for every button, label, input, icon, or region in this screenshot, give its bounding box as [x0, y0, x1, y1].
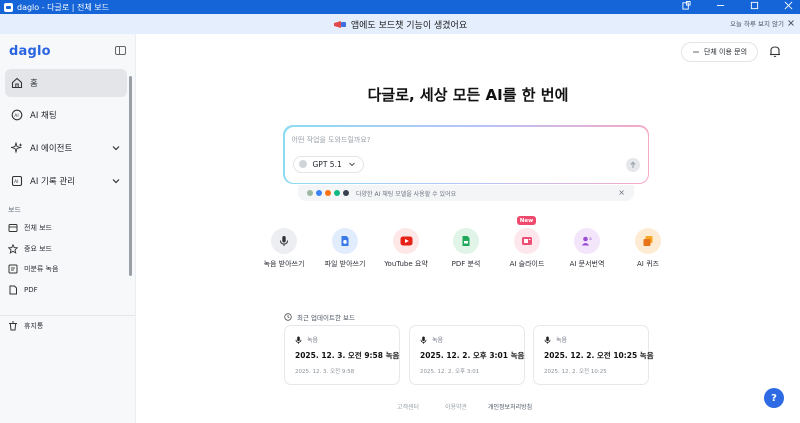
slides-icon: [522, 237, 532, 245]
sparkle-icon: [10, 142, 23, 155]
close-icon: [788, 20, 794, 26]
daglo-app-icon: [4, 2, 13, 12]
window-titlebar: daglo - 다글로 | 전체 보드: [0, 0, 800, 14]
clock-icon: [284, 313, 292, 321]
recent-board-card[interactable]: 녹음 2025. 12. 2. 오후 3:01 녹음 2025. 12. 2. …: [409, 325, 525, 385]
model-selector[interactable]: GPT 5.1: [292, 155, 364, 173]
send-button[interactable]: [625, 157, 640, 172]
board-section-label: 보드: [8, 206, 21, 214]
sidebar-item-home[interactable]: 홈: [5, 69, 127, 97]
home-icon: [10, 77, 23, 90]
sidebar-item-ai-agent[interactable]: AI 에이전트: [5, 134, 127, 162]
microphone-icon: [420, 336, 427, 344]
microphone-icon: [295, 336, 302, 344]
daglo-logo[interactable]: daglo: [9, 44, 51, 59]
model-logo-icon: [343, 190, 349, 196]
chevron-down-icon[interactable]: [111, 176, 121, 186]
window-controls: [680, 0, 794, 14]
minimize-button[interactable]: [714, 1, 726, 13]
sidebar: daglo 홈 AI AI 채팅 AI 에이전트 AI AI 기록 관리 보드 …: [0, 34, 136, 423]
footer-link-privacy[interactable]: 개인정보처리방침: [488, 402, 532, 411]
document-ai-icon: AI: [10, 175, 23, 188]
model-logo-icon: [334, 190, 340, 196]
team-inquiry-button[interactable]: 단체 이용 문의: [681, 42, 758, 62]
page-title: 다글로, 세상 모든 AI를 한 번에: [367, 86, 569, 104]
banner-dismiss-button[interactable]: 오늘 하루 보지 않기: [730, 18, 794, 28]
sidebar-board-starred[interactable]: 중요 보드: [8, 241, 52, 257]
recent-board-card[interactable]: 녹음 2025. 12. 2. 오전 10:25 녹음 2025. 12. 2.…: [533, 325, 654, 385]
trash-icon: [8, 321, 18, 331]
microphone-icon: [280, 236, 288, 246]
microphone-icon: [544, 336, 551, 344]
sidebar-item-ai-chat[interactable]: AI AI 채팅: [5, 101, 127, 129]
model-logo-icon: [316, 190, 322, 196]
banner-text: 앱에도 보드챗 기능이 생겼어요: [350, 20, 468, 31]
prompt-input[interactable]: 어떤 작업을 도와드릴까요?: [292, 135, 371, 145]
model-logo-icon: [307, 190, 313, 196]
youtube-icon: [400, 236, 412, 246]
tool-ai-quiz[interactable]: AI 퀴즈: [608, 228, 688, 269]
notification-bell-icon[interactable]: [769, 45, 781, 58]
recent-boards-title: 최근 업데이트한 보드: [284, 312, 355, 322]
window-title: daglo - 다글로 | 전체 보드: [17, 2, 109, 12]
recent-board-card[interactable]: 녹음 2025. 12. 3. 오전 9:58 녹음 2025. 12. 3. …: [284, 325, 400, 385]
chat-bubble-icon: AI: [10, 109, 23, 122]
close-button[interactable]: [782, 1, 794, 13]
maximize-button[interactable]: [748, 1, 760, 13]
prompt-box: 어떤 작업을 도와드릴까요? GPT 5.1: [283, 125, 649, 184]
megaphone-icon: [333, 20, 346, 28]
translate-icon: a: [581, 236, 592, 246]
sidebar-trash[interactable]: 휴지통: [8, 318, 43, 334]
model-logo-icon: [325, 190, 331, 196]
extension-icon[interactable]: [680, 1, 692, 13]
folder-icon: [8, 264, 18, 274]
svg-text:a: a: [589, 237, 592, 242]
quiz-icon: [643, 236, 653, 246]
sidebar-item-ai-records[interactable]: AI AI 기록 관리: [5, 167, 127, 195]
svg-text:AI: AI: [14, 179, 18, 185]
pdf-document-icon: [462, 236, 470, 246]
svg-text:AI: AI: [14, 113, 18, 119]
sidebar-scrollbar[interactable]: [129, 76, 132, 276]
new-badge: New: [517, 216, 536, 225]
chevron-down-icon[interactable]: [111, 143, 121, 153]
hint-text: 다양한 AI 채팅 모델을 사용할 수 있어요: [356, 190, 457, 198]
hint-close-icon[interactable]: ×: [618, 188, 625, 197]
board-icon: [8, 223, 18, 233]
sidebar-divider: [0, 315, 135, 316]
sidebar-board-unclassified[interactable]: 미분류 녹음: [8, 261, 58, 277]
model-icon: [298, 160, 307, 168]
chat-dots-icon: [693, 51, 699, 53]
chevron-down-icon: [348, 162, 355, 167]
footer-link-support[interactable]: 고객센터: [397, 402, 419, 411]
help-button[interactable]: ?: [764, 388, 784, 408]
star-icon: [8, 244, 18, 254]
sidebar-board-all[interactable]: 전체 보드: [8, 220, 52, 236]
footer-link-terms[interactable]: 이용약관: [445, 402, 467, 411]
arrow-up-icon: [629, 161, 636, 168]
model-hint-bar: 다양한 AI 채팅 모델을 사용할 수 있어요 ×: [298, 185, 634, 201]
file-upload-icon: [341, 236, 349, 246]
sidebar-collapse-icon[interactable]: [115, 46, 126, 55]
sidebar-board-pdf[interactable]: PDF: [8, 282, 38, 298]
announcement-banner[interactable]: 앱에도 보드챗 기능이 생겼어요 오늘 하루 보지 않기: [0, 14, 800, 34]
file-icon: [8, 285, 18, 295]
